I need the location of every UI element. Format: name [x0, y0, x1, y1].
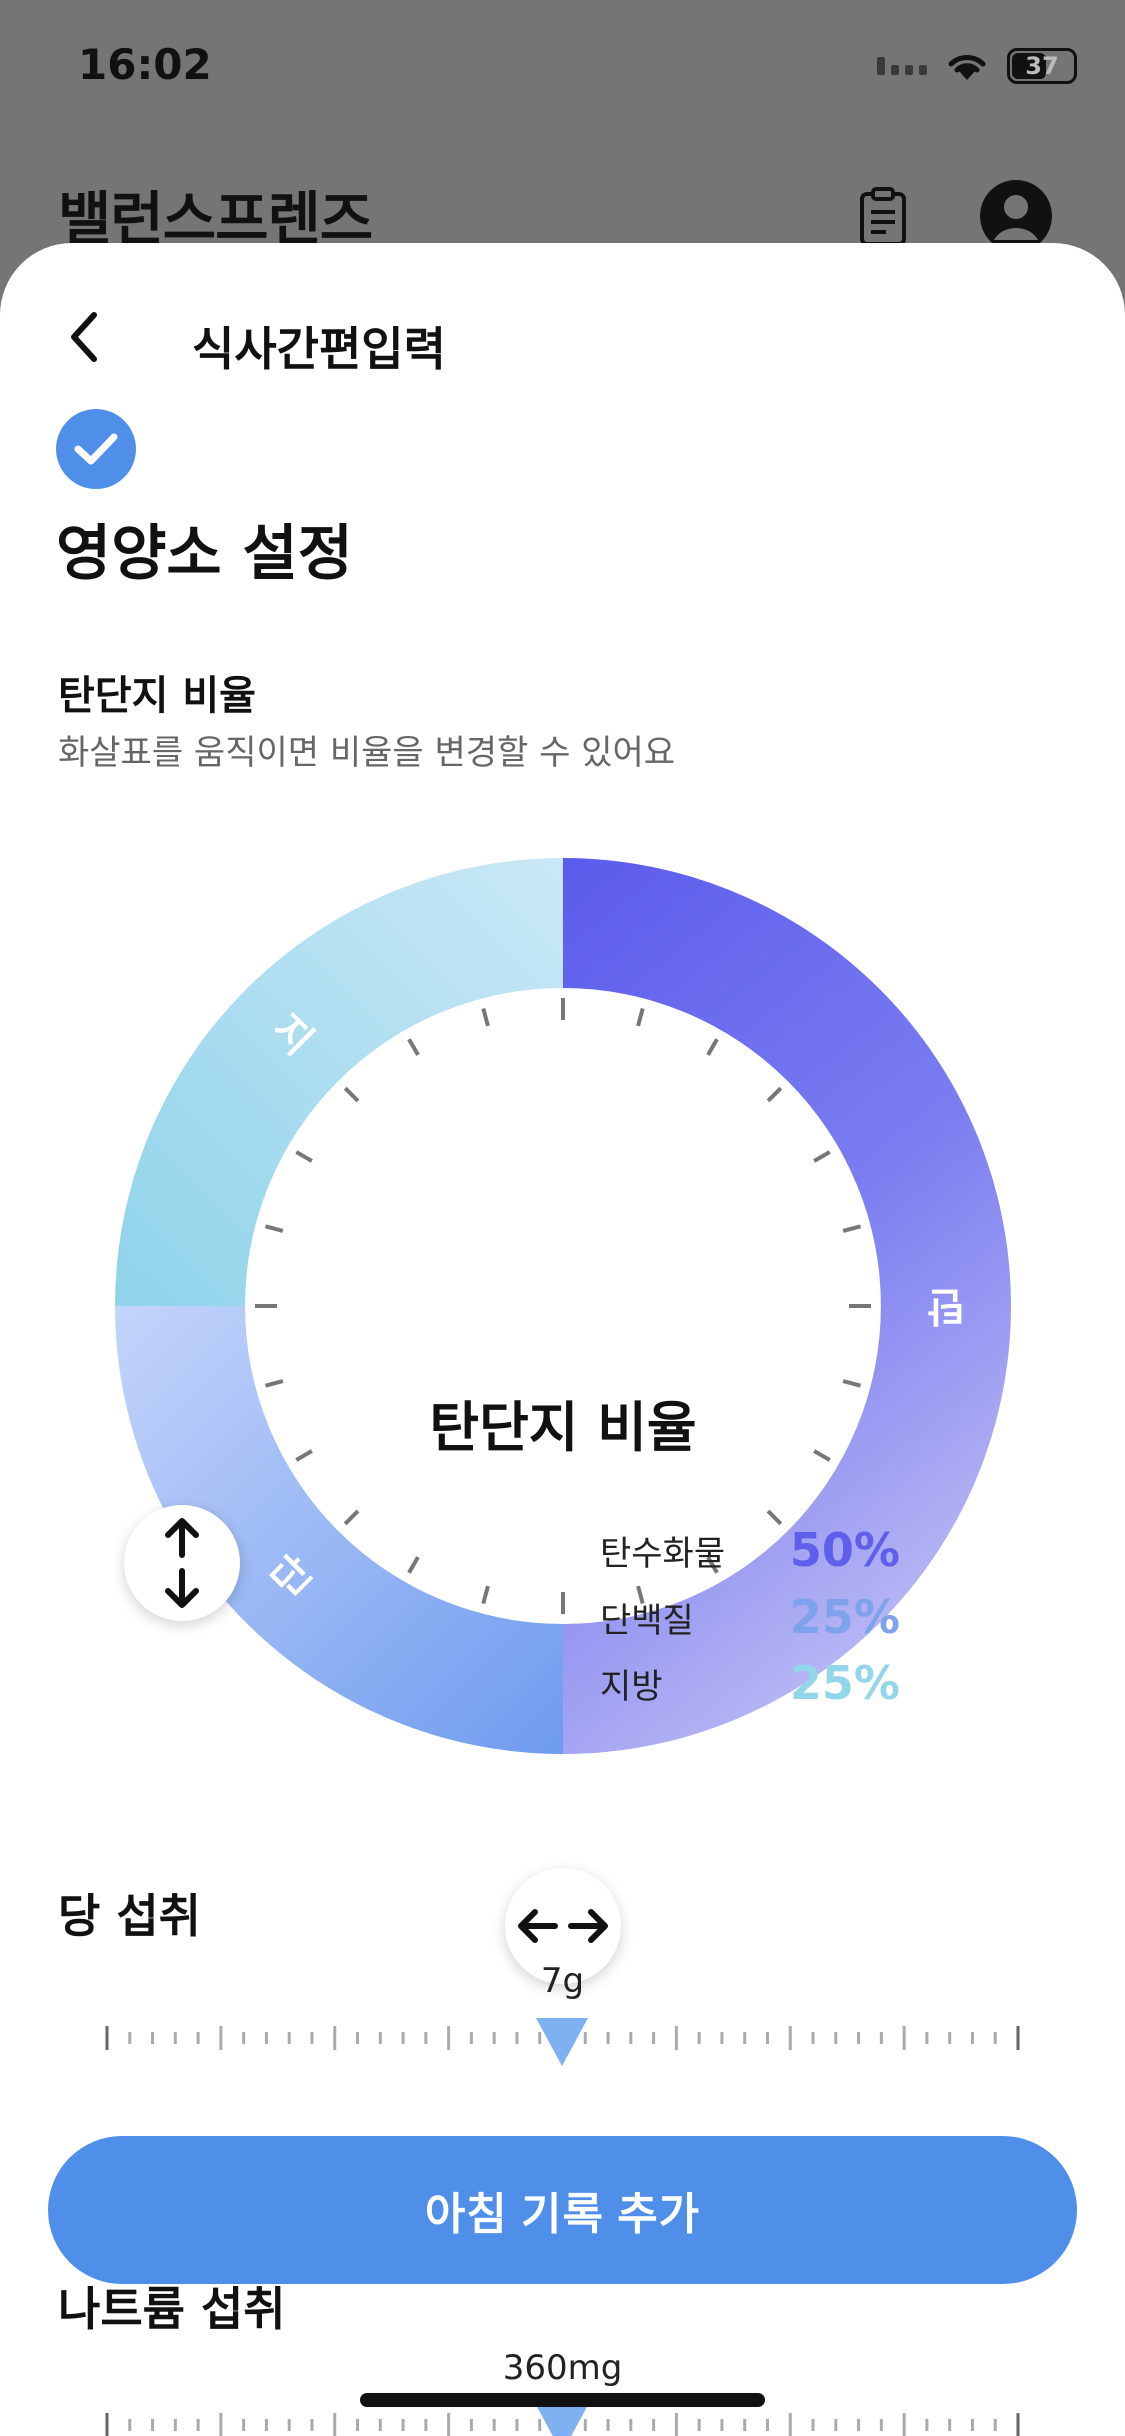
macro-ratio-donut: 탄단지 탄단지 비율 탄수화물 50% 단백질 25% 지방 25% [115, 858, 1011, 1984]
ratio-name: 단백질 [600, 1600, 694, 1641]
donut-center-title: 탄단지 비율 [429, 1396, 697, 1459]
dial-tick [706, 1038, 719, 1056]
dial-tick [766, 1509, 783, 1526]
sodium-slider-thumb[interactable] [536, 2405, 588, 2436]
ratio-name: 탄수화물 [600, 1533, 726, 1574]
sugar-intake-title: 당 섭취 [58, 1889, 201, 1943]
ratio-percent: 50% [789, 1523, 900, 1577]
dial-tick [343, 1509, 360, 1526]
ratio-percent: 25% [789, 1590, 900, 1644]
ratio-percent: 25% [789, 1656, 900, 1710]
dial-tick [407, 1038, 420, 1056]
vertical-arrows-icon [165, 1518, 199, 1608]
sugar-slider-thumb[interactable] [536, 2018, 588, 2066]
segment-label-carb: 탄 [927, 1283, 964, 1329]
dial-tick [636, 1007, 645, 1027]
add-breakfast-record-button[interactable]: 아침 기록 추가 [48, 2136, 1077, 2284]
sodium-intake-value: 360mg [502, 2348, 623, 2388]
battery-level: 37 [1025, 52, 1059, 80]
macro-ratio-description: 화살표를 움직이면 비율을 변경할 수 있어요 [58, 733, 676, 773]
macro-ratio-label: 탄단지 비율 [58, 673, 256, 719]
fat-protein-divider-handle[interactable] [124, 1505, 240, 1621]
dial-tick [481, 1585, 490, 1605]
dial-tick [343, 1086, 360, 1103]
status-time: 16:02 [78, 40, 212, 89]
back-button[interactable] [52, 305, 116, 369]
fat-segment [115, 858, 563, 1306]
home-indicator [360, 2393, 765, 2407]
signal-icon [877, 57, 927, 75]
sheet-header: 식사간편입력 [0, 283, 1125, 383]
battery-icon: 37 [1007, 48, 1077, 84]
sheet-title: 식사간편입력 [192, 322, 446, 376]
sugar-intake-slider[interactable] [105, 2008, 1020, 2068]
dial-tick [481, 1007, 490, 1027]
wifi-icon [948, 55, 986, 80]
meal-quick-input-sheet: 식사간편입력 영양소 설정 탄단지 비율 화살표를 움직이면 비율을 변경할 수… [0, 243, 1125, 2436]
horizontal-arrows-icon [518, 1909, 608, 1943]
profile-icon [980, 180, 1052, 252]
clipboard-icon [860, 187, 906, 246]
ratio-row-fat: 지방 25% [600, 1656, 900, 1710]
dial-tick [842, 1224, 862, 1233]
chevron-left-icon [71, 312, 97, 362]
ratio-row-carb: 탄수화물 50% [600, 1523, 900, 1577]
dial-tick [295, 1150, 313, 1163]
section-title: 영양소 설정 [56, 519, 353, 589]
check-circle-icon [56, 409, 136, 489]
dial-tick [264, 1224, 284, 1233]
sugar-intake-value: 7g [540, 1961, 585, 2001]
dial-tick [813, 1150, 831, 1163]
dial-tick [766, 1086, 783, 1103]
dial-tick [407, 1556, 420, 1574]
ratio-row-protein: 단백질 25% [600, 1590, 900, 1644]
status-icons: 37 [877, 48, 1077, 84]
ratio-name: 지방 [600, 1666, 663, 1707]
